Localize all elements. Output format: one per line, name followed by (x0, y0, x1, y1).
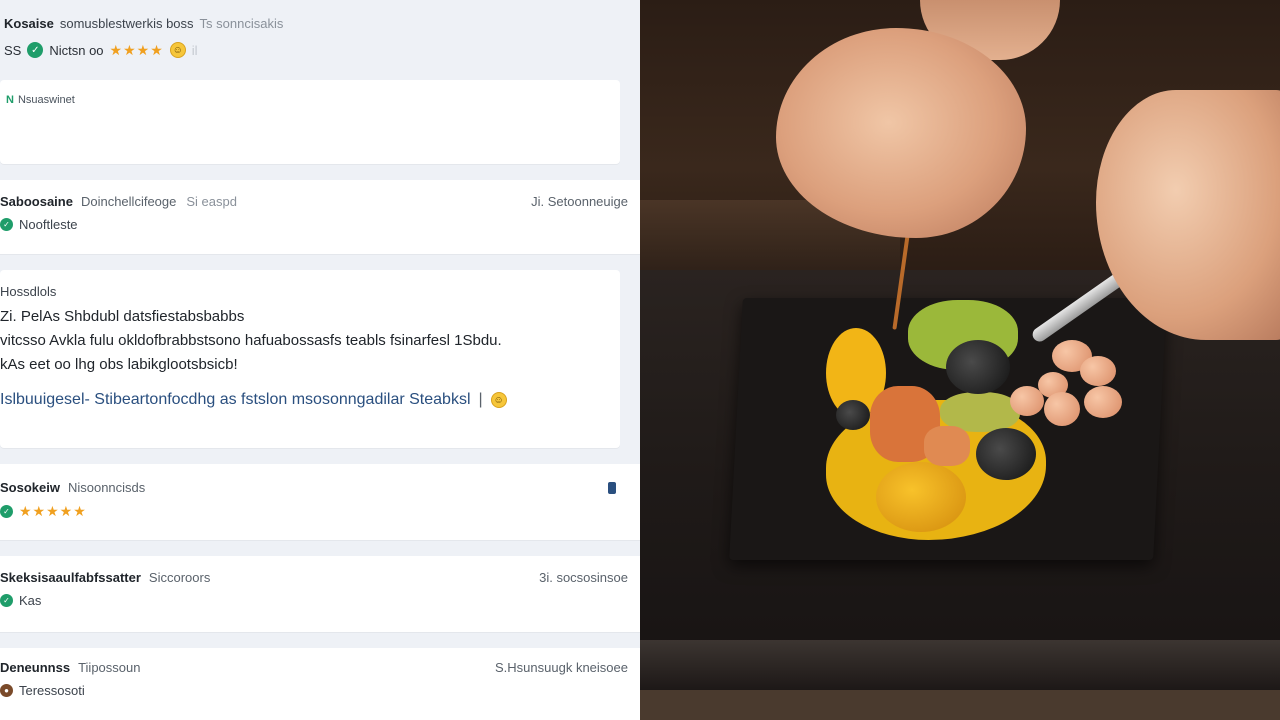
divider: | (478, 391, 483, 408)
header-title-rest: somusblestwerkis boss (59, 16, 194, 31)
reply-text: Nsuaswinet (17, 94, 75, 106)
reviewer-name[interactable]: Skeksisaaulfabfssatter (0, 570, 141, 585)
review-line2: ✓ ★★★★★ (0, 503, 634, 520)
smiley-emoji-icon: ☺ (169, 42, 186, 58)
bookmark-icon[interactable] (608, 481, 616, 494)
review-heading: Deneunnss Tiipossoun S.Hsunsuugk kneisoe… (0, 660, 634, 675)
crumble (924, 426, 970, 466)
reviewer-name[interactable]: Deneunnss (0, 660, 70, 675)
review-body-line: vitcsso Avkla fulu okldofbrabbstsono haf… (0, 332, 502, 349)
reply-badge: N (6, 94, 14, 106)
review-heading: Sosokeiw Nisoonncisds (0, 480, 634, 495)
verified-badge-icon: ✓ (0, 218, 13, 231)
rating-stars: ★★★★★ (19, 503, 87, 519)
header-title-bold: Kosaise (4, 16, 54, 31)
dish-photo (640, 0, 1280, 720)
review-line2-text: Kas (19, 593, 42, 608)
review-line2-text: Teressosoti (19, 683, 85, 698)
review-card-expanded[interactable]: Hossdlols Zi. PelAs Shbdubl datsfiestabs… (0, 270, 620, 448)
review-line2-text: Nooftleste (19, 217, 78, 232)
verified-badge-icon: ✓ (0, 594, 13, 607)
review-body-line: Zi. PelAs Shbdubl datsfiestabsbabbs (0, 308, 245, 325)
review-card[interactable]: Skeksisaaulfabfssatter Siccoroors 3i. so… (0, 556, 640, 632)
reviewer-subtitle: Siccoroors (148, 570, 211, 585)
smiley-emoji-icon: ☺ (490, 392, 507, 408)
reviewer-name[interactable]: Sosokeiw (0, 480, 60, 495)
header-meta-prefix: SS (4, 42, 22, 58)
review-date: Ji. Setoonneuige (531, 194, 628, 209)
shrimp (1080, 356, 1116, 386)
reply-tag: N Nsuaswinet (6, 94, 614, 106)
review-heading: Skeksisaaulfabfssatter Siccoroors 3i. so… (0, 570, 634, 585)
photo-floor (640, 690, 1280, 720)
review-line2: ✓ Kas (0, 593, 634, 608)
reviewer-subtitle: Doinchellcifeoge (80, 194, 177, 209)
header-title: Kosaise somusblestwerkis boss Ts sonncisak… (4, 14, 640, 34)
yolk (876, 462, 966, 532)
review-body-line: kAs eet oo lhg obs labikglootsbsicb! (0, 356, 238, 373)
rating-stars: ★★★★ (109, 41, 164, 58)
caviar (946, 340, 1010, 394)
review-line2: ● Teressosoti (0, 683, 634, 698)
review-line2: ✓ Nooftleste (0, 217, 634, 232)
review-date: 3i. socsosinsoe (539, 570, 628, 585)
avatar-icon: ● (0, 684, 13, 697)
header-meta: SS ✓ Nictsn oo ★★★★ ☺ il (4, 40, 640, 60)
verified-badge-icon: ✓ (27, 42, 44, 58)
photo-table-edge (640, 640, 1280, 690)
shrimp (1044, 392, 1080, 426)
reply-input-box[interactable]: N Nsuaswinet (0, 80, 620, 164)
shrimp (1010, 386, 1044, 416)
review-highlight-text[interactable]: Islbuuigesel- Stibeartonfocdhg as fstslo… (0, 391, 471, 409)
review-heading: Saboosaine Doinchellcifeoge Si easpd Ji.… (0, 194, 634, 209)
review-faint: Si easpd (186, 194, 237, 209)
review-card[interactable]: Saboosaine Doinchellcifeoge Si easpd Ji.… (0, 180, 640, 254)
reviewer-subtitle: Tiipossoun (78, 660, 141, 675)
header-meta-text: Nictsn oo (49, 42, 104, 58)
reviewer-subtitle: Nisoonncisds (67, 480, 146, 495)
shrimp (1084, 386, 1122, 418)
caviar (836, 400, 870, 430)
review-card[interactable]: Deneunnss Tiipossoun S.Hsunsuugk kneisoe… (0, 648, 640, 720)
review-date: S.Hsunsuugk kneisoee (495, 660, 628, 675)
header-meta-ghost: il (191, 42, 198, 58)
review-label: Hossdlols (0, 284, 57, 299)
reviewer-name[interactable]: Saboosaine (0, 194, 73, 209)
hand (776, 28, 1026, 238)
review-highlight[interactable]: Islbuuigesel- Stibeartonfocdhg as fstslo… (0, 391, 614, 409)
caviar (976, 428, 1036, 480)
header-title-muted: Ts sonncisakis (199, 16, 284, 31)
verified-badge-icon: ✓ (0, 505, 13, 518)
review-card[interactable]: Sosokeiw Nisoonncisds ✓ ★★★★★ (0, 464, 640, 540)
reviews-panel: Kosaise somusblestwerkis boss Ts sonncisak… (0, 0, 640, 720)
review-header: Kosaise somusblestwerkis boss Ts sonncisak… (0, 14, 640, 74)
